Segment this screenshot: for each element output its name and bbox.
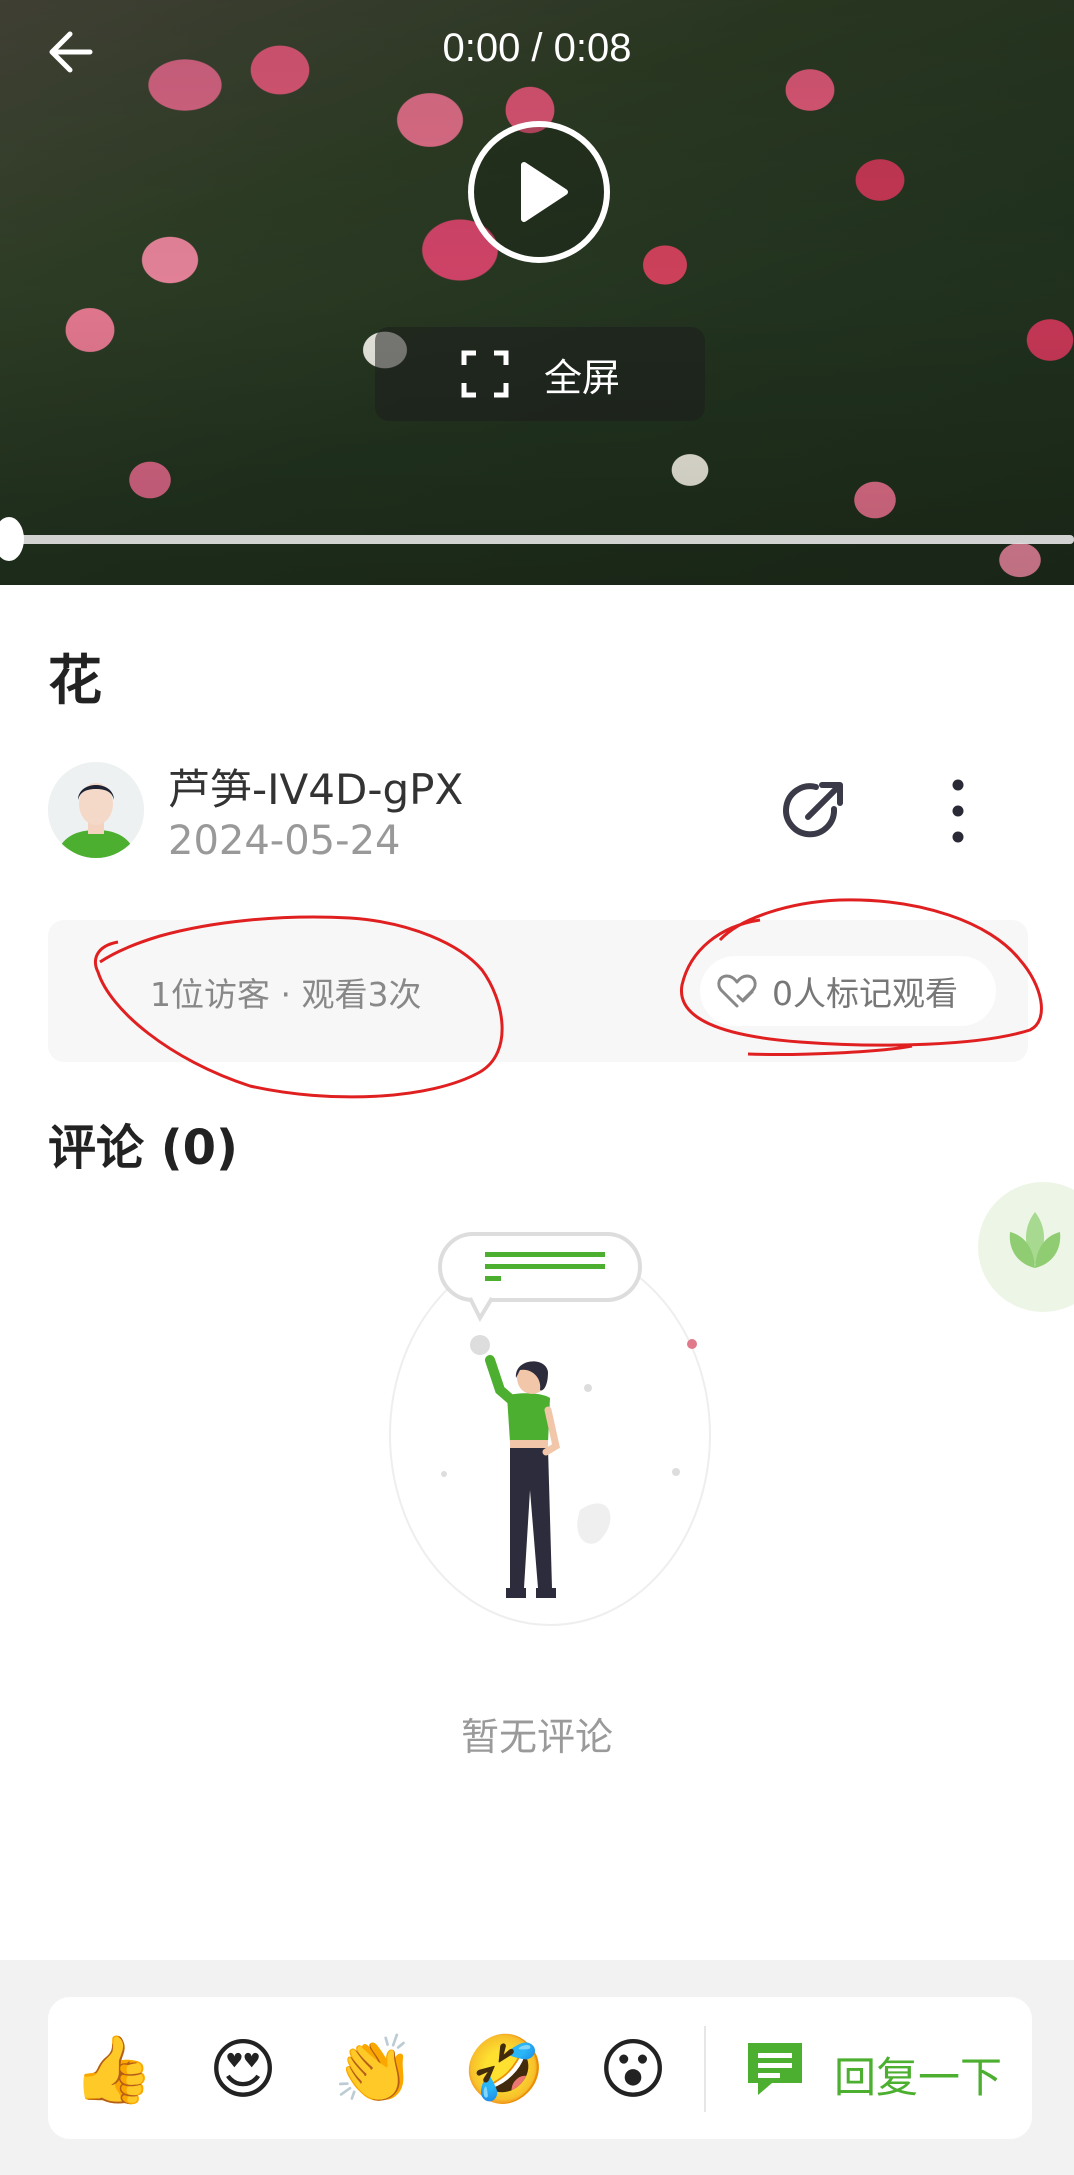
avatar[interactable] [48, 762, 144, 858]
reaction-thumbs-up[interactable]: 👍 [72, 2030, 154, 2110]
video-frame [0, 0, 1074, 585]
leaf-icon [1009, 1212, 1061, 1268]
heart-icon [717, 974, 757, 1008]
reaction-clap[interactable]: 👏 [333, 2030, 415, 2110]
play-icon[interactable] [467, 120, 611, 264]
visitor-view-count[interactable]: 1位访客 · 观看3次 [150, 968, 421, 1016]
reaction-divider [704, 2026, 706, 2112]
share-icon[interactable] [778, 775, 850, 847]
reaction-rofl[interactable]: 🤣 [463, 2030, 545, 2110]
fullscreen-icon [461, 350, 509, 398]
empty-comments-text: 暂无评论 [460, 1715, 613, 1759]
more-vertical-icon[interactable] [936, 775, 980, 847]
video-player[interactable]: 0:00 / 0:08 全屏 [0, 0, 1074, 585]
empty-comments-illustration [389, 1232, 711, 1626]
post-title: 花 [48, 649, 102, 712]
fullscreen-label: 全屏 [543, 355, 620, 400]
comments-title: 评论 (0) [48, 1120, 238, 1176]
reply-button[interactable]: 回复一下 [834, 2044, 1002, 2105]
reaction-surprised[interactable]: 😮 [593, 2030, 673, 2110]
author-name[interactable]: 芦笋-IV4D-gPX [168, 756, 463, 817]
video-time: 0:00 / 0:08 [442, 26, 632, 70]
mark-watched-button[interactable]: 0人标记观看 [700, 956, 996, 1026]
floating-leaf-button[interactable] [978, 1182, 1074, 1312]
video-progress-bar[interactable] [10, 535, 1074, 544]
comment-icon[interactable] [744, 2039, 806, 2099]
watch-marks-label: 0人标记观看 [772, 974, 958, 1013]
reaction-heart-eyes[interactable]: 😍 [203, 2030, 283, 2110]
avatar-image [48, 762, 144, 858]
fullscreen-button[interactable]: 全屏 [375, 327, 705, 421]
post-date: 2024-05-24 [168, 818, 401, 864]
